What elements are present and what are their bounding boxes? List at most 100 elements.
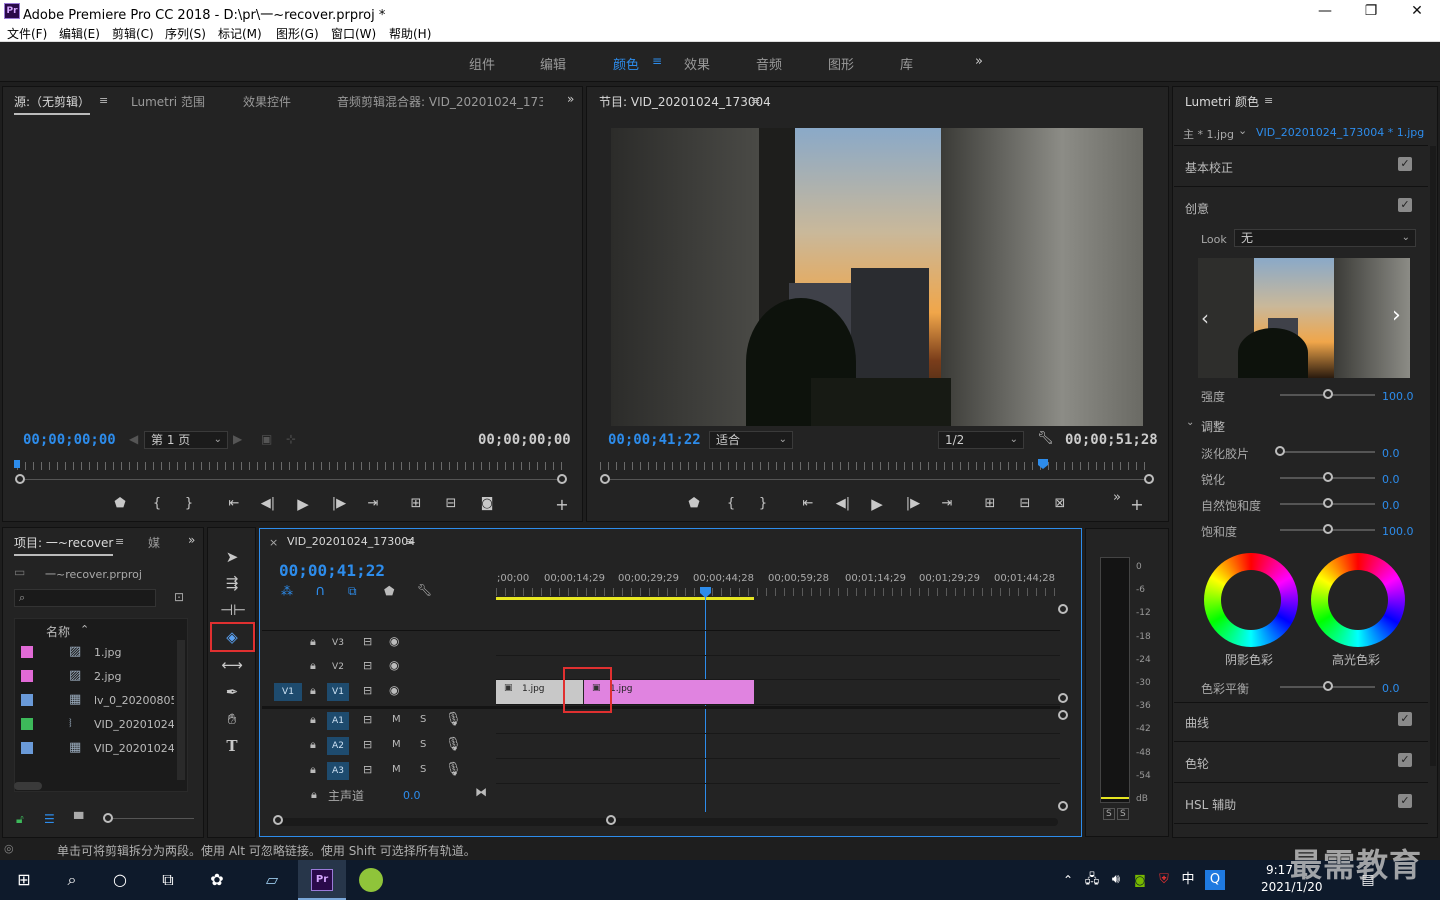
shadow-tint-wheel[interactable] <box>1204 553 1298 647</box>
menu-file[interactable]: 文件(F) <box>7 25 47 42</box>
master-lock-icon[interactable]: 🔒︎ <box>311 788 317 802</box>
project-horizontal-scroll[interactable] <box>14 782 42 790</box>
lumetri-menu-icon[interactable]: ≡ <box>1264 94 1273 107</box>
project-list-item[interactable]: ▨ 2.jpg <box>15 667 175 689</box>
label-color-swatch[interactable] <box>21 670 33 682</box>
taskbar-notes-icon[interactable]: ▱ <box>260 868 284 892</box>
mute-track-button[interactable]: M <box>392 714 401 725</box>
slider-knob[interactable] <box>1322 472 1333 482</box>
program-step-forward-icon[interactable]: |▶ <box>903 496 923 511</box>
track-target[interactable]: V2 <box>327 658 349 676</box>
safe-margins-icon[interactable]: ▣ <box>261 432 272 446</box>
toggle-track-output-icon[interactable]: ◉ <box>389 658 399 672</box>
close-button[interactable]: ✕ <box>1394 0 1440 22</box>
track-target[interactable]: A3 <box>327 762 349 780</box>
input-method-indicator[interactable]: 中 <box>1176 868 1200 892</box>
saturation-value[interactable]: 100.0 <box>1382 525 1414 538</box>
taskbar-app-icon[interactable]: ✿ <box>205 868 229 892</box>
section-curves[interactable]: 曲线 <box>1185 714 1209 731</box>
audio-scroll-top-handle[interactable] <box>1058 710 1068 720</box>
comparison-view-icon[interactable]: ⊠ <box>1050 496 1070 511</box>
label-color-swatch[interactable] <box>21 694 33 706</box>
tab-media-browser[interactable]: 媒 <box>148 534 160 551</box>
list-view-icon[interactable]: ☰ <box>44 812 55 826</box>
play-icon[interactable]: ▶ <box>293 495 313 513</box>
source-zoom-end-handle[interactable] <box>557 474 567 484</box>
source-timecode[interactable]: 00;00;00;00 <box>23 432 116 448</box>
prev-page-icon[interactable]: ◀ <box>129 432 138 446</box>
track-lock-icon[interactable]: 🔒︎ <box>310 635 316 649</box>
program-add-button-icon[interactable]: + <box>1127 495 1147 514</box>
highlight-tint-wheel[interactable] <box>1311 553 1405 647</box>
source-zoom-bar[interactable] <box>21 479 563 480</box>
timeline-settings-icon[interactable]: 🔧︎ <box>417 583 432 597</box>
toggle-track-output-icon[interactable]: ◉ <box>389 683 399 697</box>
section-basic-correction[interactable]: 基本校正 <box>1185 159 1233 176</box>
sequence-tab[interactable]: VID_20201024_173004 <box>287 535 415 548</box>
show-hidden-icons-icon[interactable]: ⌃ <box>1056 868 1080 892</box>
close-sequence-icon[interactable]: × <box>269 536 278 549</box>
project-title[interactable]: 项目: 一~recover <box>14 534 114 556</box>
program-zoom-end-handle[interactable] <box>1144 474 1154 484</box>
solo-left-button[interactable]: S <box>1103 808 1115 820</box>
vibrance-value[interactable]: 0.0 <box>1382 499 1400 512</box>
cortana-icon[interactable]: ○ <box>108 868 132 892</box>
name-column-header[interactable]: 名称 <box>46 623 70 640</box>
menu-marker[interactable]: 标记(M) <box>218 25 262 42</box>
sort-ascending-icon[interactable]: ⌃ <box>80 623 89 636</box>
track-lane[interactable] <box>496 758 1060 759</box>
slip-tool-icon[interactable]: ⟷ <box>220 654 244 676</box>
toggle-sync-lock-icon[interactable]: ⊟ <box>363 659 372 672</box>
faded-film-value[interactable]: 0.0 <box>1382 447 1400 460</box>
pen-tool-icon[interactable]: ✒ <box>220 681 244 703</box>
mark-in-icon[interactable]: { <box>147 496 167 511</box>
faded-film-slider[interactable] <box>1280 451 1375 453</box>
fit-select[interactable]: 适合 ⌄ <box>709 431 793 449</box>
label-color-swatch[interactable] <box>21 742 33 754</box>
toggle-sync-lock-icon[interactable]: ⊟ <box>363 684 372 697</box>
linked-selection-icon[interactable]: ⧉ <box>348 584 357 599</box>
workspace-editing[interactable]: 编辑 <box>540 54 566 73</box>
track-lock-icon[interactable]: 🔒︎ <box>310 659 316 673</box>
extract-icon[interactable]: ⊟ <box>1015 496 1035 511</box>
tab-effect-controls[interactable]: 效果控件 <box>243 93 291 110</box>
program-play-icon[interactable]: ▶ <box>867 495 887 513</box>
program-mark-out-icon[interactable]: } <box>753 496 773 511</box>
creative-checkbox[interactable]: ✓ <box>1398 198 1412 212</box>
track-lock-icon[interactable]: 🔒︎ <box>310 684 316 698</box>
nest-insert-icon[interactable]: ⁂ <box>281 584 293 598</box>
resolution-select[interactable]: 1/2 ⌄ <box>938 431 1024 449</box>
program-go-to-out-icon[interactable]: ⇥ <box>937 496 957 511</box>
type-tool-icon[interactable]: T <box>220 735 244 757</box>
track-target[interactable]: A1 <box>327 712 349 730</box>
step-back-icon[interactable]: ◀| <box>258 496 278 511</box>
video-scroll-bottom-handle[interactable] <box>1058 693 1068 703</box>
track-lock-icon[interactable]: 🔒︎ <box>310 738 316 752</box>
next-page-icon[interactable]: ▶ <box>233 432 242 446</box>
selection-tool-icon[interactable]: ➤ <box>220 546 244 568</box>
maximize-button[interactable]: ❐ <box>1348 0 1394 22</box>
nvidia-icon[interactable]: ◙ <box>1128 868 1152 892</box>
slider-knob[interactable] <box>1322 524 1333 534</box>
program-mark-in-icon[interactable]: { <box>721 496 741 511</box>
lock-icon[interactable]: 🔓︎ <box>16 812 24 827</box>
icon-view-icon[interactable]: ▀ <box>74 812 83 826</box>
section-creative[interactable]: 创意 <box>1185 200 1209 217</box>
menu-edit[interactable]: 编辑(E) <box>59 25 100 42</box>
go-to-in-icon[interactable]: ⇤ <box>224 496 244 511</box>
timeline-add-marker-icon[interactable]: ⬟ <box>384 584 394 598</box>
toggle-sync-lock-icon[interactable]: ⊟ <box>363 763 372 776</box>
taskbar-melon-app-icon[interactable] <box>359 868 383 892</box>
mute-track-button[interactable]: M <box>392 739 401 750</box>
adjust-section[interactable]: 调整 <box>1201 418 1225 435</box>
section-color-wheels[interactable]: 色轮 <box>1185 755 1209 772</box>
project-list-item[interactable]: ⧘ VID_20201024_1 <box>15 715 175 737</box>
thumbnail-size-handle[interactable] <box>103 813 113 823</box>
look-next-icon[interactable]: › <box>1392 303 1401 328</box>
slider-knob[interactable] <box>1322 389 1333 399</box>
look-select[interactable]: 无 ⌄ <box>1234 229 1416 247</box>
toggle-sync-lock-icon[interactable]: ⊟ <box>363 713 372 726</box>
color-balance-value[interactable]: 0.0 <box>1382 682 1400 695</box>
source-playhead[interactable] <box>14 460 20 468</box>
intensity-value[interactable]: 100.0 <box>1382 390 1414 403</box>
